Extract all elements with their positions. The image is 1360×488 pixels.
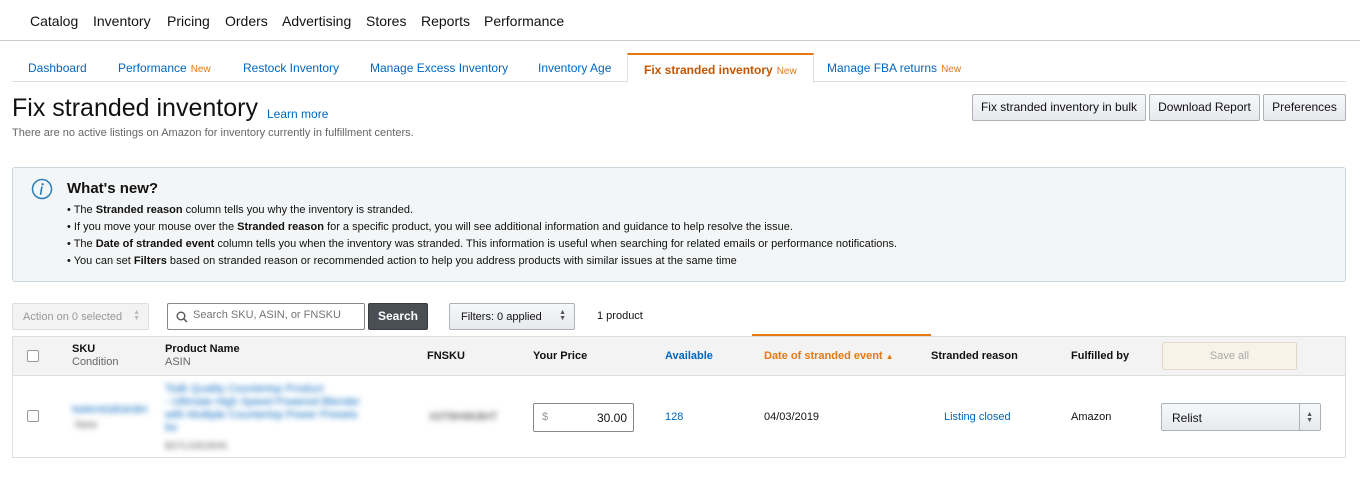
- header-sku[interactable]: SKU Condition: [72, 343, 118, 368]
- nav-catalog[interactable]: Catalog: [30, 13, 78, 29]
- stranded-reason-link[interactable]: Listing closed: [944, 411, 1011, 423]
- sort-ascending-icon: ▲: [885, 352, 894, 361]
- select-divider: [1299, 404, 1300, 430]
- nav-pricing[interactable]: Pricing: [167, 13, 210, 29]
- whats-new-panel: What's new? • The Stranded reason column…: [12, 167, 1346, 282]
- updown-arrows-icon: ▲ ▼: [559, 309, 566, 322]
- tab-label: Dashboard: [28, 61, 87, 75]
- tab-restock-inventory[interactable]: Restock Inventory: [243, 53, 339, 82]
- header-your-price[interactable]: Your Price: [533, 350, 587, 362]
- updown-arrows-icon: ▲ ▼: [133, 309, 140, 322]
- preferences-button[interactable]: Preferences: [1263, 94, 1346, 121]
- page-title: Fix stranded inventory: [12, 94, 258, 122]
- learn-more-link[interactable]: Learn more: [267, 107, 328, 121]
- product-count: 1 product: [597, 310, 643, 322]
- asin-value: B07LK8G9HK: [165, 441, 228, 452]
- bulk-action-label: Action on 0 selected: [23, 311, 123, 323]
- header-fnsku[interactable]: FNSKU: [427, 350, 465, 362]
- tab-inventory-age[interactable]: Inventory Age: [538, 53, 611, 82]
- price-value: 30.00: [596, 411, 627, 425]
- header-fulfilled-by[interactable]: Fulfilled by: [1071, 350, 1129, 362]
- info-icon: [31, 178, 53, 200]
- tab-label: Manage Excess Inventory: [370, 61, 509, 75]
- stranded-date: 04/03/2019: [764, 411, 820, 423]
- whats-new-title: What's new?: [67, 180, 159, 197]
- header-product-name[interactable]: Product Name ASIN: [165, 343, 240, 368]
- row-action-select[interactable]: Relist ▲ ▼: [1161, 403, 1321, 431]
- price-input[interactable]: $ 30.00: [533, 403, 634, 432]
- sku-link[interactable]: NAKHG8GK8H: [72, 404, 147, 416]
- header-condition: Condition: [72, 356, 119, 368]
- bulk-action-select[interactable]: Action on 0 selected ▲ ▼: [12, 303, 149, 330]
- whats-new-bullet: • The Date of stranded event column tell…: [67, 238, 898, 250]
- row-action-label: Relist: [1172, 411, 1203, 425]
- header-stranded-reason[interactable]: Stranded reason: [931, 350, 1018, 362]
- tab-label: Manage FBA returns: [827, 61, 938, 75]
- tab-label: Inventory Age: [538, 61, 612, 75]
- tab-bar: Dashboard Performance New Restock Invento…: [12, 53, 1346, 83]
- nav-advertising[interactable]: Advertising: [282, 13, 351, 29]
- new-badge: New: [941, 64, 962, 75]
- tab-label: Performance: [118, 61, 187, 75]
- select-all-checkbox[interactable]: [27, 350, 39, 362]
- condition-value: New: [75, 419, 98, 431]
- download-report-button[interactable]: Download Report: [1149, 94, 1260, 121]
- nav-reports[interactable]: Reports: [421, 13, 470, 29]
- header-asin: ASIN: [165, 356, 191, 368]
- tab-manage-excess-inventory[interactable]: Manage Excess Inventory: [370, 53, 508, 82]
- nav-orders[interactable]: Orders: [225, 13, 268, 29]
- top-nav: Catalog Inventory Pricing Orders Adverti…: [0, 0, 1360, 41]
- whats-new-bullet: • The Stranded reason column tells you w…: [67, 204, 414, 216]
- fulfilled-by-value: Amazon: [1071, 411, 1112, 423]
- filters-select[interactable]: Filters: 0 applied ▲ ▼: [449, 303, 575, 330]
- tab-dashboard[interactable]: Dashboard: [28, 53, 87, 82]
- new-badge: New: [190, 64, 211, 75]
- fix-in-bulk-button[interactable]: Fix stranded inventory in bulk: [972, 94, 1146, 121]
- filters-label: Filters: 0 applied: [461, 311, 542, 323]
- tab-fix-stranded-inventory[interactable]: Fix stranded inventory New: [627, 53, 814, 83]
- new-badge: New: [776, 66, 797, 77]
- search-input[interactable]: [193, 309, 361, 321]
- whats-new-bullet: • If you move your mouse over the Strand…: [67, 221, 793, 233]
- currency-symbol: $: [542, 411, 549, 423]
- updown-arrows-icon: ▲ ▼: [1306, 411, 1313, 424]
- whats-new-bullet: • You can set Filters based on stranded …: [67, 255, 737, 267]
- search-field[interactable]: [167, 303, 365, 330]
- product-name-link[interactable]: Tsdk Quality Countertop Product - Ultima…: [165, 383, 360, 435]
- tab-label: Fix stranded inventory: [644, 63, 773, 77]
- save-all-button[interactable]: Save all: [1162, 342, 1297, 370]
- available-link[interactable]: 128: [665, 411, 683, 423]
- search-button[interactable]: Search: [368, 303, 428, 330]
- page-subtitle: There are no active listings on Amazon f…: [12, 127, 414, 139]
- header-date-of-stranded-event[interactable]: Date of stranded event ▲: [764, 350, 894, 362]
- tab-manage-fba-returns[interactable]: Manage FBA returns New: [827, 53, 961, 82]
- tab-label: Restock Inventory: [243, 61, 340, 75]
- nav-stores[interactable]: Stores: [366, 13, 406, 29]
- tab-performance[interactable]: Performance New: [118, 53, 211, 82]
- nav-inventory[interactable]: Inventory: [93, 13, 151, 29]
- header-available[interactable]: Available: [665, 350, 713, 362]
- search-icon: [176, 311, 188, 323]
- nav-performance[interactable]: Performance: [484, 13, 564, 29]
- row-checkbox[interactable]: [27, 410, 39, 422]
- fnsku-value: X0T8H9K8HT: [429, 411, 498, 423]
